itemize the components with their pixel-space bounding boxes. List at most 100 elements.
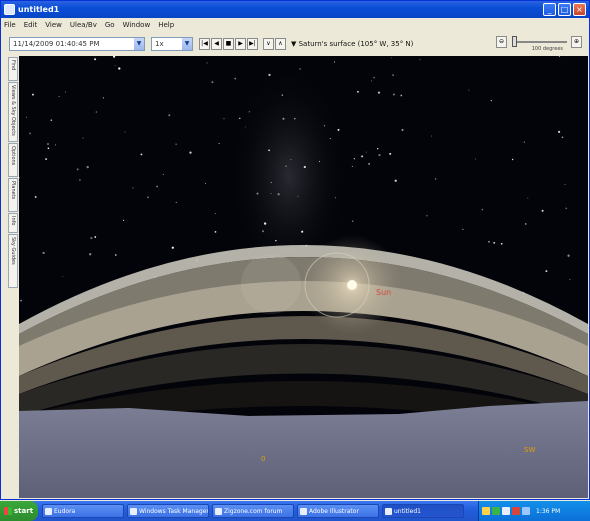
star <box>31 93 34 96</box>
star <box>392 74 394 76</box>
star <box>234 77 237 80</box>
star <box>373 76 375 79</box>
stop-button[interactable]: ■ <box>223 38 234 50</box>
star <box>94 236 97 238</box>
star <box>493 241 496 244</box>
star <box>76 168 79 171</box>
menu-window[interactable]: Window <box>123 21 151 29</box>
illustrator-icon <box>300 507 307 515</box>
window-title: untitled1 <box>18 5 60 14</box>
star <box>118 67 121 70</box>
chevron-down-icon[interactable]: ▼ <box>134 38 144 50</box>
tray-icon-3[interactable] <box>502 507 510 515</box>
star <box>365 151 367 153</box>
maximize-button[interactable]: □ <box>558 3 571 16</box>
star <box>270 182 272 184</box>
zoom-slider[interactable] <box>512 36 567 47</box>
star <box>389 152 392 155</box>
tab-views[interactable]: Views & Sky Objects <box>8 82 18 142</box>
star <box>26 116 28 118</box>
skip-back-button[interactable]: |◀ <box>199 38 210 50</box>
star <box>156 185 158 188</box>
chevron-down-icon[interactable]: ▼ <box>182 38 192 50</box>
star <box>114 64 116 66</box>
star <box>378 154 381 157</box>
app-icon <box>4 4 15 15</box>
menu-view[interactable]: View <box>45 21 62 29</box>
windows-logo-icon <box>4 507 12 515</box>
star <box>488 240 490 243</box>
taskbar-item-illustrator[interactable]: Adobe Illustrator <box>297 504 379 518</box>
tab-options[interactable]: Options <box>8 143 18 177</box>
tray-icon-1[interactable] <box>482 507 490 515</box>
sky-scene[interactable]: Sun 0 SW <box>19 56 588 498</box>
star <box>270 192 272 194</box>
star <box>329 138 331 140</box>
time-rate-select[interactable]: 1x ▼ <box>151 37 193 51</box>
star <box>400 94 403 97</box>
menu-lifestyle[interactable]: Ulea/Bv <box>70 21 97 29</box>
star <box>545 270 548 273</box>
close-button[interactable]: × <box>573 3 586 16</box>
star <box>371 80 373 82</box>
start-button[interactable]: start <box>0 501 38 521</box>
taskbar-item-task-manager[interactable]: Windows Task Manager <box>127 504 209 518</box>
star <box>527 197 529 199</box>
menu-help[interactable]: Help <box>158 21 174 29</box>
star <box>175 143 177 145</box>
taskbar-item-forum[interactable]: Zigzone.com forum <box>212 504 294 518</box>
menu-edit[interactable]: Edit <box>24 21 38 29</box>
star <box>214 213 216 215</box>
star <box>162 174 164 175</box>
ground-marker-left: 0 <box>261 455 265 463</box>
tab-sky-guides[interactable]: Sky Guides <box>8 234 18 288</box>
step-back-button[interactable]: ◀ <box>211 38 222 50</box>
menu-go[interactable]: Go <box>105 21 115 29</box>
tray-icon-5[interactable] <box>522 507 530 515</box>
star <box>34 195 37 198</box>
tab-find[interactable]: Find <box>8 57 18 81</box>
star <box>431 135 432 137</box>
taskbar-item-untitled[interactable]: untitled1 <box>382 504 464 518</box>
star <box>82 137 84 139</box>
viewpoint-location[interactable]: ▼ Saturn's surface (105° W, 35° N) <box>291 40 413 48</box>
menu-file[interactable]: File <box>4 21 16 29</box>
tab-planets[interactable]: Planets <box>8 178 18 212</box>
star <box>356 90 359 93</box>
task-manager-icon <box>130 507 137 515</box>
zoom-out-button[interactable]: ⊖ <box>496 36 507 48</box>
star <box>569 278 571 280</box>
play-button[interactable]: ▶ <box>235 38 246 50</box>
star <box>114 254 117 256</box>
star <box>511 158 514 161</box>
taskbar-item-eudora[interactable]: Eudora <box>42 504 124 518</box>
star <box>435 178 437 180</box>
zoom-in-button[interactable]: ⊕ <box>571 36 582 48</box>
star <box>50 119 53 121</box>
star <box>205 183 206 185</box>
star <box>277 193 280 196</box>
tray-icon-4[interactable] <box>512 507 520 515</box>
zoom-slider-thumb[interactable] <box>512 36 517 47</box>
star <box>132 187 134 189</box>
clock: 1:36 PM <box>536 507 561 515</box>
star <box>525 223 527 225</box>
date-time-field[interactable]: 11/14/2009 01:40:45 PM ▼ <box>9 37 145 51</box>
sun-label[interactable]: Sun <box>376 288 391 297</box>
tray-icon-2[interactable] <box>492 507 500 515</box>
star <box>29 132 31 135</box>
star <box>361 155 364 158</box>
sky-view[interactable]: Sun 0 SW <box>19 56 588 498</box>
look-up-button[interactable]: ∧ <box>275 38 286 50</box>
star <box>124 131 126 133</box>
minimize-button[interactable]: _ <box>543 3 556 16</box>
star <box>261 230 265 233</box>
title-bar[interactable]: untitled1 _ □ × <box>1 1 589 18</box>
star <box>557 130 561 134</box>
star <box>282 117 285 120</box>
star <box>368 163 370 165</box>
look-down-button[interactable]: ∨ <box>263 38 274 50</box>
skip-forward-button[interactable]: ▶| <box>247 38 258 50</box>
tab-info[interactable]: Info <box>8 213 18 233</box>
sun[interactable] <box>347 280 357 290</box>
